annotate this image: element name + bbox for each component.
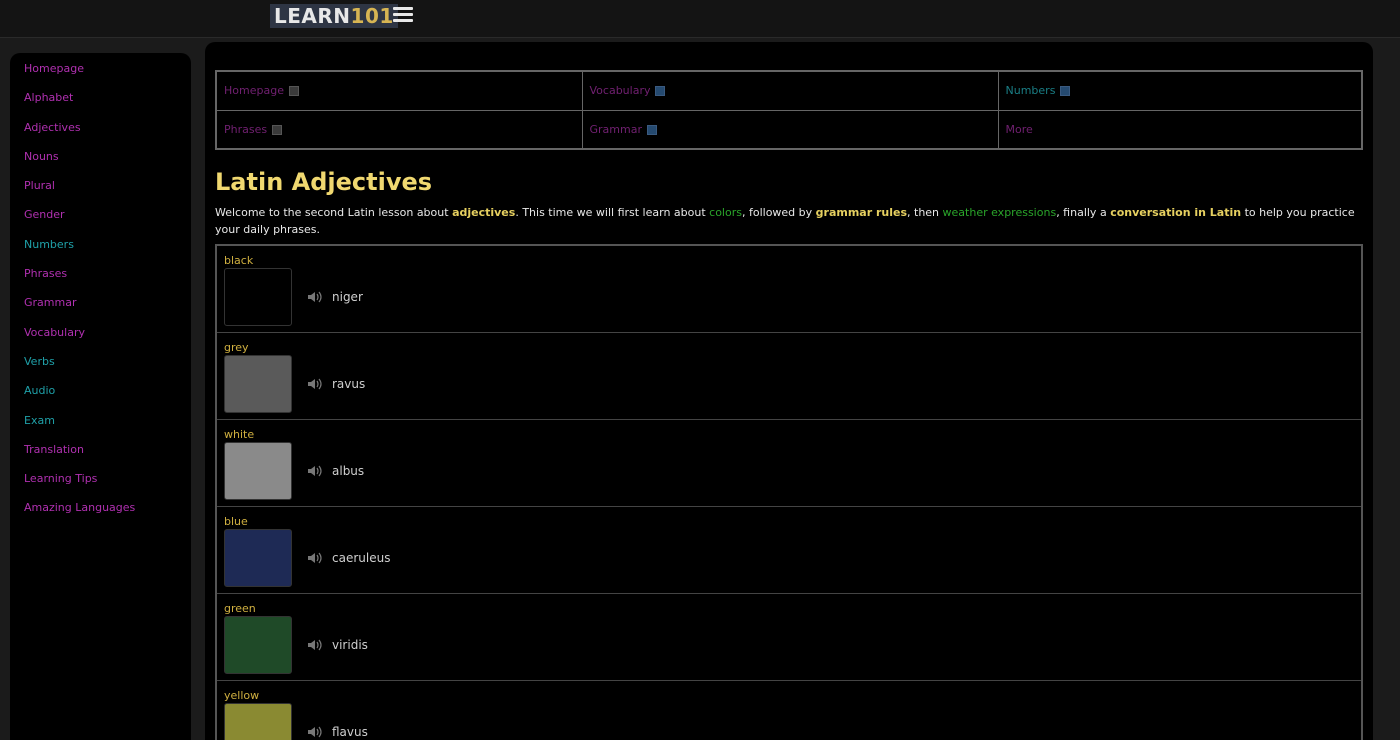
- color-name-latin: niger: [332, 290, 363, 304]
- color-name-latin: flavus: [332, 725, 368, 739]
- sidebar-item-phrases[interactable]: Phrases: [10, 266, 191, 295]
- nav-link-vocabulary[interactable]: Vocabulary: [590, 84, 651, 97]
- sidebar-item-alphabet[interactable]: Alphabet: [10, 90, 191, 119]
- list-item: white albus: [217, 420, 1361, 507]
- color-swatch: [224, 616, 292, 674]
- color-swatch: [224, 703, 292, 740]
- nav-cell-vocabulary[interactable]: Vocabulary: [581, 70, 999, 111]
- speaker-icon[interactable]: [307, 377, 323, 391]
- color-swatch: [224, 268, 292, 326]
- colors-list: black niger grey ravus white albus blue …: [215, 244, 1363, 740]
- page-title: Latin Adjectives: [215, 168, 433, 196]
- list-item: yellow flavus: [217, 681, 1361, 740]
- logo-text-learn: LEARN: [274, 4, 351, 28]
- color-name-latin: albus: [332, 464, 365, 478]
- sidebar: Homepage Alphabet Adjectives Nouns Plura…: [10, 53, 191, 740]
- speaker-icon[interactable]: [307, 290, 323, 304]
- nav-cell-phrases[interactable]: Phrases: [215, 109, 583, 150]
- list-item: black niger: [217, 246, 1361, 333]
- intro-keyword-conversation: conversation in Latin: [1110, 206, 1242, 219]
- menu-icon[interactable]: [393, 7, 413, 23]
- nav-cell-numbers[interactable]: Numbers: [997, 70, 1363, 111]
- intro-text-5: , finally a: [1056, 206, 1111, 219]
- intro-paragraph: Welcome to the second Latin lesson about…: [215, 204, 1355, 238]
- lesson-nav-table: Homepage Vocabulary Numbers Phrases Gram…: [215, 70, 1363, 150]
- intro-text-1: Welcome to the second Latin lesson about: [215, 206, 453, 219]
- sidebar-item-adjectives[interactable]: Adjectives: [10, 120, 191, 149]
- color-name-latin: caeruleus: [332, 551, 391, 565]
- intro-link-weather-expressions[interactable]: weather expressions: [943, 206, 1057, 219]
- intro-text-2: . This time we will first learn about: [515, 206, 710, 219]
- phrases-icon: [272, 124, 283, 135]
- speaker-icon[interactable]: [307, 464, 323, 478]
- nav-link-homepage[interactable]: Homepage: [224, 84, 284, 97]
- vocabulary-icon: [655, 86, 666, 97]
- color-swatch: [224, 529, 292, 587]
- logo-text-101: 101: [350, 4, 394, 28]
- sidebar-item-exam[interactable]: Exam: [10, 413, 191, 442]
- sidebar-item-homepage[interactable]: Homepage: [10, 61, 191, 90]
- list-item: green viridis: [217, 594, 1361, 681]
- color-name-english: blue: [224, 515, 248, 528]
- intro-text-4: , then: [907, 206, 943, 219]
- list-item: blue caeruleus: [217, 507, 1361, 594]
- sidebar-item-audio[interactable]: Audio: [10, 383, 191, 412]
- sidebar-item-amazing-languages[interactable]: Amazing Languages: [10, 500, 191, 529]
- sidebar-item-grammar[interactable]: Grammar: [10, 295, 191, 324]
- nav-cell-more[interactable]: More: [997, 109, 1363, 150]
- nav-link-phrases[interactable]: Phrases: [224, 123, 267, 136]
- site-logo[interactable]: LEARN101: [270, 4, 398, 28]
- top-bar: LEARN101: [0, 0, 1400, 38]
- color-name-english: white: [224, 428, 255, 441]
- speaker-icon[interactable]: [307, 725, 323, 739]
- sidebar-item-gender[interactable]: Gender: [10, 207, 191, 236]
- color-name-latin: viridis: [332, 638, 368, 652]
- nav-link-more[interactable]: More: [1006, 123, 1033, 136]
- color-name-latin: ravus: [332, 377, 366, 391]
- grammar-icon: [646, 124, 657, 135]
- sidebar-item-plural[interactable]: Plural: [10, 178, 191, 207]
- sidebar-item-learning-tips[interactable]: Learning Tips: [10, 471, 191, 500]
- nav-cell-grammar[interactable]: Grammar: [581, 109, 999, 150]
- color-name-english: yellow: [224, 689, 260, 702]
- list-item: grey ravus: [217, 333, 1361, 420]
- intro-text-3: , followed by: [741, 206, 816, 219]
- nav-cell-homepage[interactable]: Homepage: [215, 70, 583, 111]
- intro-link-colors[interactable]: colors: [709, 206, 742, 219]
- speaker-icon[interactable]: [307, 638, 323, 652]
- color-name-english: black: [224, 254, 254, 267]
- sidebar-item-vocabulary[interactable]: Vocabulary: [10, 325, 191, 354]
- main-content: Homepage Vocabulary Numbers Phrases Gram…: [205, 42, 1373, 740]
- sidebar-item-translation[interactable]: Translation: [10, 442, 191, 471]
- color-name-english: grey: [224, 341, 249, 354]
- sidebar-item-numbers[interactable]: Numbers: [10, 237, 191, 266]
- color-swatch: [224, 355, 292, 413]
- color-swatch: [224, 442, 292, 500]
- numbers-icon: [1060, 86, 1071, 97]
- intro-keyword-adjectives: adjectives: [452, 206, 516, 219]
- nav-link-numbers[interactable]: Numbers: [1006, 84, 1056, 97]
- sidebar-item-nouns[interactable]: Nouns: [10, 149, 191, 178]
- intro-keyword-grammar-rules: grammar rules: [815, 206, 908, 219]
- nav-link-grammar[interactable]: Grammar: [590, 123, 642, 136]
- home-icon: [288, 86, 299, 97]
- color-name-english: green: [224, 602, 256, 615]
- speaker-icon[interactable]: [307, 551, 323, 565]
- sidebar-item-verbs[interactable]: Verbs: [10, 354, 191, 383]
